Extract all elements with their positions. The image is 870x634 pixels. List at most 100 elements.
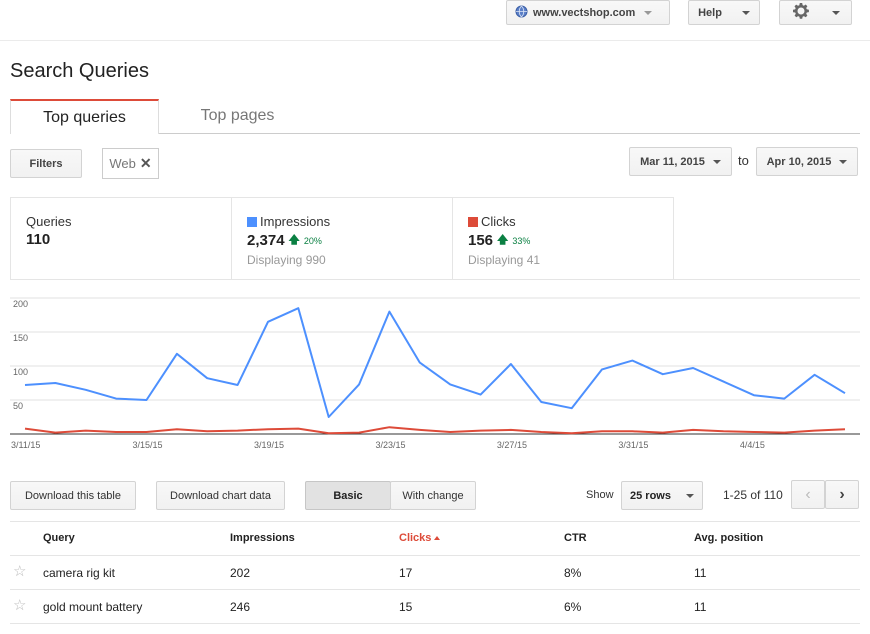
column-header-clicks[interactable]: Clicks bbox=[399, 532, 441, 544]
rows-select[interactable]: 25 rows bbox=[621, 481, 703, 510]
impressions-label: Impressions bbox=[260, 214, 331, 229]
tab-top-pages[interactable]: Top pages bbox=[160, 99, 315, 133]
tab-label: Top pages bbox=[200, 107, 275, 124]
web-filter-chip[interactable]: Web ✕ bbox=[102, 148, 159, 179]
star-icon[interactable]: ☆ bbox=[13, 596, 26, 614]
chevron-down-icon bbox=[831, 10, 840, 15]
column-header-query[interactable]: Query bbox=[43, 532, 75, 544]
with-change-label: With change bbox=[402, 489, 464, 502]
line-chart[interactable]: 200 150 100 50 3/11/15 3/15/15 3/19/15 3/23/15 3… bbox=[0, 290, 870, 460]
impressions-change: 20% bbox=[303, 235, 322, 246]
queries-value: 110 bbox=[26, 231, 51, 248]
globe-icon bbox=[515, 5, 528, 21]
basic-toggle[interactable]: Basic bbox=[305, 481, 391, 510]
pagination-label: 1-25 of 110 bbox=[723, 488, 783, 502]
impressions-cell: 246 bbox=[230, 600, 251, 614]
header-divider bbox=[0, 40, 870, 41]
show-label: Show bbox=[586, 489, 614, 501]
help-label: Help bbox=[698, 6, 722, 19]
clicks-panel[interactable]: Clicks 156 🡅 33% Displaying 41 bbox=[452, 197, 674, 280]
column-header-impressions[interactable]: Impressions bbox=[230, 532, 295, 544]
chip-label: Web bbox=[109, 156, 136, 171]
clicks-displaying: Displaying 41 bbox=[468, 253, 541, 267]
row-divider bbox=[10, 589, 860, 590]
rows-select-label: 25 rows bbox=[630, 489, 671, 502]
table-top-border bbox=[10, 521, 860, 522]
clicks-header-label: Clicks bbox=[399, 532, 432, 544]
clicks-change: 33% bbox=[512, 235, 531, 246]
impressions-cell: 202 bbox=[230, 566, 251, 580]
x-tick-label: 3/15/15 bbox=[132, 440, 162, 450]
download-chart-label: Download chart data bbox=[170, 489, 271, 502]
clicks-cell: 17 bbox=[399, 566, 413, 580]
series-line-clicks bbox=[24, 426, 846, 435]
date-from-label: Mar 11, 2015 bbox=[640, 155, 705, 168]
date-to-label: Apr 10, 2015 bbox=[766, 155, 832, 168]
impressions-panel[interactable]: Impressions 2,374 🡅 20% Displaying 990 bbox=[231, 197, 453, 280]
chevron-down-icon bbox=[839, 159, 848, 164]
page-title: Search Queries bbox=[10, 60, 149, 82]
basic-label: Basic bbox=[333, 489, 363, 502]
ctr-cell: 6% bbox=[564, 600, 582, 614]
star-icon[interactable]: ☆ bbox=[13, 562, 26, 580]
clicks-cell: 15 bbox=[399, 600, 413, 614]
next-page-button[interactable]: › bbox=[825, 480, 859, 509]
prev-page-button[interactable]: ‹ bbox=[791, 480, 825, 509]
x-tick-label: 3/27/15 bbox=[497, 440, 527, 450]
arrow-up-icon: 🡅 bbox=[497, 234, 509, 246]
y-tick-label: 150 bbox=[13, 333, 28, 343]
row-divider bbox=[10, 623, 860, 624]
chevron-down-icon bbox=[686, 493, 694, 498]
tab-top-queries[interactable]: Top queries bbox=[10, 99, 159, 134]
y-tick-label: 200 bbox=[13, 299, 28, 309]
chevron-down-icon bbox=[712, 159, 721, 164]
queries-panel: Queries 110 bbox=[10, 197, 232, 280]
chevron-down-icon bbox=[644, 10, 653, 15]
download-table-button[interactable]: Download this table bbox=[10, 481, 136, 510]
summary-baseline bbox=[673, 279, 860, 280]
filters-button[interactable]: Filters bbox=[10, 149, 82, 178]
chevron-down-icon bbox=[741, 10, 750, 15]
x-tick-label: 3/23/15 bbox=[375, 440, 405, 450]
site-label: www.vectshop.com bbox=[533, 6, 636, 19]
impressions-displaying: Displaying 990 bbox=[247, 253, 326, 267]
help-button[interactable]: Help bbox=[688, 0, 760, 25]
series-line-impressions bbox=[24, 307, 846, 418]
settings-button[interactable] bbox=[779, 0, 852, 25]
gear-icon bbox=[792, 2, 810, 23]
query-cell[interactable]: gold mount battery bbox=[43, 600, 142, 614]
date-from-select[interactable]: Mar 11, 2015 bbox=[629, 147, 732, 176]
chevron-left-icon: ‹ bbox=[805, 485, 811, 503]
impressions-value: 2,374 bbox=[247, 232, 285, 249]
x-tick-label: 3/11/15 bbox=[11, 440, 40, 450]
query-cell[interactable]: camera rig kit bbox=[43, 566, 115, 580]
clicks-value: 156 bbox=[468, 232, 494, 249]
date-to-select[interactable]: Apr 10, 2015 bbox=[756, 147, 858, 176]
with-change-toggle[interactable]: With change bbox=[390, 481, 476, 510]
ctr-cell: 8% bbox=[564, 566, 582, 580]
x-tick-label: 3/31/15 bbox=[618, 440, 648, 450]
clicks-label: Clicks bbox=[481, 214, 516, 229]
download-chart-button[interactable]: Download chart data bbox=[156, 481, 285, 510]
x-tick-label: 3/19/15 bbox=[254, 440, 284, 450]
sort-ascending-icon bbox=[434, 536, 441, 540]
queries-label: Queries bbox=[26, 214, 72, 229]
column-header-position[interactable]: Avg. position bbox=[694, 532, 763, 544]
chevron-right-icon: › bbox=[839, 485, 845, 503]
date-range-separator: to bbox=[738, 153, 749, 168]
position-cell: 11 bbox=[694, 566, 707, 580]
filters-label: Filters bbox=[29, 157, 63, 170]
position-cell: 11 bbox=[694, 600, 707, 614]
column-header-ctr[interactable]: CTR bbox=[564, 532, 587, 544]
table-header-border bbox=[10, 555, 860, 556]
y-tick-label: 100 bbox=[13, 367, 28, 377]
arrow-up-icon: 🡅 bbox=[288, 234, 300, 246]
close-icon[interactable]: ✕ bbox=[140, 155, 152, 172]
x-tick-label: 4/4/15 bbox=[740, 440, 765, 450]
impressions-swatch bbox=[247, 216, 257, 227]
site-selector[interactable]: www.vectshop.com bbox=[506, 0, 670, 25]
tab-label: Top queries bbox=[43, 108, 126, 126]
clicks-swatch bbox=[468, 216, 478, 227]
y-tick-label: 50 bbox=[13, 401, 23, 411]
download-table-label: Download this table bbox=[24, 489, 121, 502]
